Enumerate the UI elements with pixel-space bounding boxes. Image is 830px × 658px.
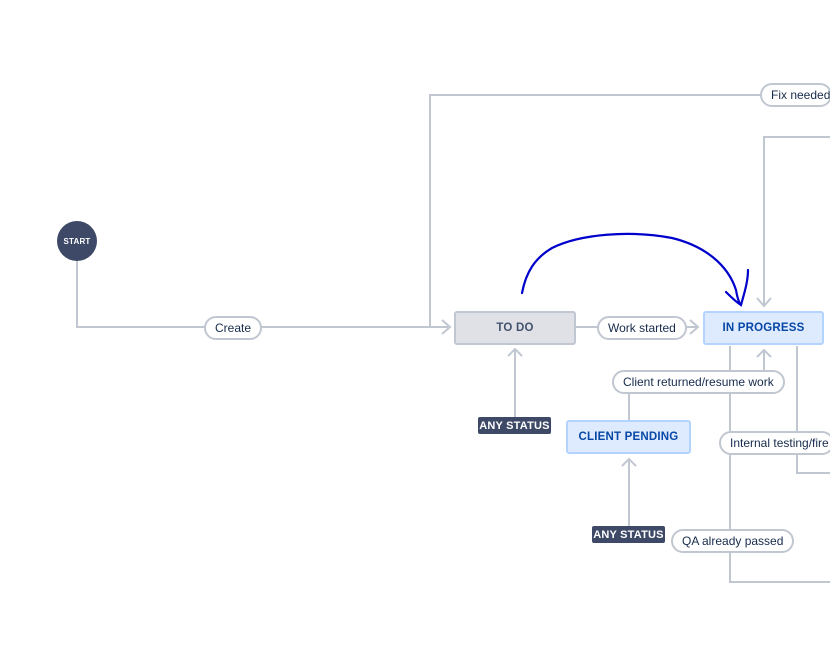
status-todo[interactable]: TO DO	[454, 311, 576, 345]
status-client-pending[interactable]: CLIENT PENDING	[566, 420, 691, 454]
edge-start-todo	[76, 260, 448, 328]
any-status-badge-client: ANY STATUS	[592, 526, 665, 543]
transition-fix-needed[interactable]: Fix needed	[760, 83, 830, 107]
transition-create[interactable]: Create	[204, 316, 263, 340]
transition-internal-testing[interactable]: Internal testing/fire r	[719, 431, 830, 455]
edge-fix-needed	[429, 94, 830, 327]
start-node[interactable]: START	[57, 221, 97, 261]
workflow-diagram: START Create TO DO Work started IN PROGR…	[0, 0, 830, 658]
status-in-progress[interactable]: IN PROGRESS	[703, 311, 824, 345]
any-status-badge-todo: ANY STATUS	[478, 417, 551, 434]
transition-work-started[interactable]: Work started	[597, 316, 687, 340]
transition-qa-passed[interactable]: QA already passed	[671, 529, 795, 553]
transition-client-returned[interactable]: Client returned/resume work	[612, 370, 785, 394]
annotation-arrow	[520, 232, 742, 306]
edge-right-loop	[763, 136, 830, 306]
